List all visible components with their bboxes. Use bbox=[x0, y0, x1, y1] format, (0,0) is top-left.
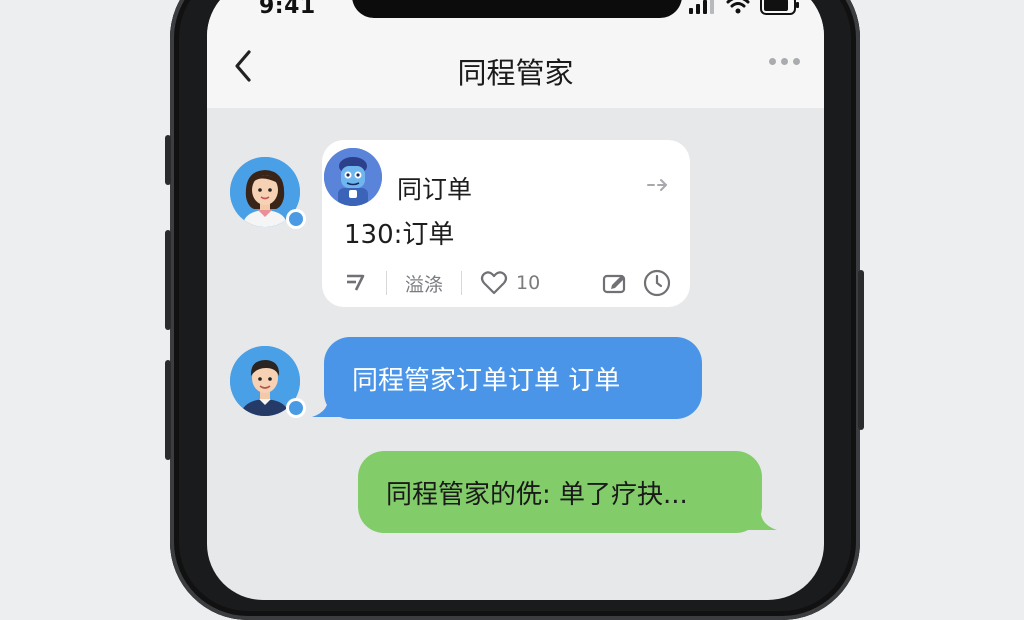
card-footer: 溢涤 10 bbox=[344, 266, 672, 300]
status-icons bbox=[688, 0, 800, 15]
status-time: 9:41 bbox=[259, 0, 316, 19]
dynamic-island bbox=[352, 0, 682, 18]
side-button-silent bbox=[165, 135, 171, 185]
verified-badge-icon bbox=[286, 209, 306, 229]
card-body-text: 130:订单 bbox=[344, 220, 455, 250]
like-count: 10 bbox=[516, 272, 541, 294]
avatar-male[interactable] bbox=[230, 346, 306, 418]
heart-icon[interactable] bbox=[480, 271, 508, 295]
card-title: 同订单 bbox=[397, 175, 473, 204]
side-button-power bbox=[858, 270, 864, 430]
footer-divider bbox=[386, 271, 387, 295]
robot-mascot-icon bbox=[324, 148, 382, 206]
side-button-volume-up bbox=[165, 230, 171, 330]
share-icon[interactable] bbox=[344, 272, 368, 294]
nav-bar: 同程管家 bbox=[207, 20, 824, 108]
card-open-arrow-icon[interactable] bbox=[646, 174, 670, 198]
signal-icon bbox=[689, 0, 714, 14]
order-card[interactable]: 同订单 130:订单 溢涤 10 bbox=[322, 140, 690, 307]
avatar-female[interactable] bbox=[230, 157, 306, 229]
incoming-message-bubble[interactable]: 同程管家订单订单 订单 bbox=[324, 337, 702, 419]
more-dot-icon bbox=[793, 58, 800, 65]
more-dot-icon bbox=[769, 58, 776, 65]
outgoing-message-bubble[interactable]: 同程管家的侁: 单了疗抉... bbox=[358, 451, 762, 533]
page-title: 同程管家 bbox=[457, 56, 574, 90]
status-bar: 9:41 bbox=[207, 0, 824, 20]
card-footer-label[interactable]: 溢涤 bbox=[405, 270, 443, 297]
clock-icon[interactable] bbox=[642, 268, 672, 298]
footer-divider bbox=[461, 271, 463, 295]
message-text: 同程管家订单订单 订单 bbox=[352, 365, 621, 396]
incoming-bubble-tail bbox=[312, 395, 342, 417]
phone-screen: 9:41 同程管家 同订单 130:订单 溢涤 10 同程管家订单订单 订单 同… bbox=[207, 0, 824, 600]
side-button-volume-down bbox=[165, 360, 171, 460]
message-text: 同程管家的侁: 单了疗抉... bbox=[386, 479, 688, 510]
more-options-button[interactable] bbox=[769, 58, 800, 65]
battery-icon bbox=[760, 0, 799, 15]
outgoing-bubble-tail bbox=[747, 508, 777, 530]
wifi-icon bbox=[726, 0, 750, 14]
verified-badge-icon bbox=[286, 398, 306, 418]
more-dot-icon bbox=[781, 58, 788, 65]
edit-icon[interactable] bbox=[602, 271, 630, 295]
